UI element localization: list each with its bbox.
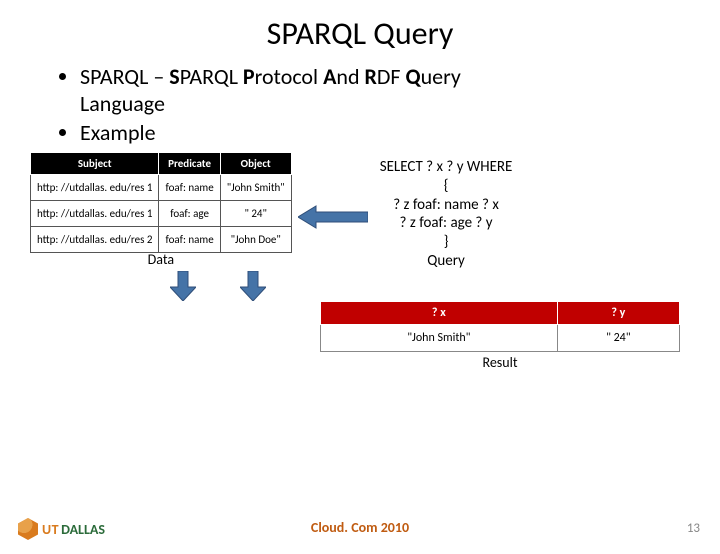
bullet-list: SPARQL – SPARQL Protocol And RDF Query L…: [40, 63, 720, 146]
query-line: ? z foaf: age ? y: [380, 214, 513, 233]
acr-df: DF: [377, 63, 406, 90]
page-number: 13: [687, 521, 700, 536]
query-line: }: [380, 233, 513, 252]
cell: " 24": [220, 201, 291, 227]
col-predicate: Predicate: [159, 153, 220, 175]
sparql-query: SELECT ? x ? y WHERE { ? z foaf: name ? …: [380, 158, 513, 271]
query-line: SELECT ? x ? y WHERE: [380, 158, 513, 177]
data-table: Subject Predicate Object http: //utdalla…: [30, 152, 292, 253]
cell: " 24": [557, 324, 679, 351]
table-row: http: //utdallas. edu/res 1 foaf: name "…: [31, 175, 292, 201]
arrow-left-icon: [298, 204, 368, 230]
acr-uery: uery: [421, 63, 461, 90]
col-object: Object: [220, 153, 291, 175]
table-row: http: //utdallas. edu/res 2 foaf: name "…: [31, 227, 292, 253]
acr-parql: PARQL: [180, 63, 243, 90]
bullet-text: SPARQL –: [80, 63, 169, 90]
col-y: ? y: [557, 301, 679, 324]
acr-p: P: [243, 63, 255, 90]
cell: "John Doe": [220, 227, 291, 253]
query-line: ? z foaf: name ? x: [380, 196, 513, 215]
acr-s: S: [169, 63, 179, 90]
footer-conference: Cloud. Com 2010: [0, 519, 720, 536]
acr-nd: nd: [336, 63, 364, 90]
bullet-example: Example: [80, 119, 720, 146]
cell: http: //utdallas. edu/res 2: [31, 227, 159, 253]
acr-q: Q: [406, 63, 421, 90]
down-arrows: [30, 271, 720, 301]
cell: foaf: name: [159, 227, 220, 253]
query-caption: Query: [380, 252, 513, 271]
acr-a: A: [323, 63, 336, 90]
acr-rotocol: rotocol: [255, 63, 323, 90]
bullet-sparql-def: SPARQL – SPARQL Protocol And RDF Query L…: [80, 63, 720, 117]
query-line: {: [380, 177, 513, 196]
data-table-wrap: Subject Predicate Object http: //utdalla…: [30, 152, 292, 268]
cell: foaf: age: [159, 201, 220, 227]
col-subject: Subject: [31, 153, 159, 175]
result-table-wrap: ? x ? y "John Smith" " 24" Result: [320, 301, 680, 371]
cell: "John Smith": [321, 324, 558, 351]
cell: http: //utdallas. edu/res 1: [31, 175, 159, 201]
cell: "John Smith": [220, 175, 291, 201]
bullet-language: Language: [80, 90, 720, 117]
table-row: Subject Predicate Object: [31, 153, 292, 175]
table-row: http: //utdallas. edu/res 1 foaf: age " …: [31, 201, 292, 227]
table-row: "John Smith" " 24": [321, 324, 680, 351]
slide-title: SPARQL Query: [0, 14, 720, 53]
cell: foaf: name: [159, 175, 220, 201]
result-table: ? x ? y "John Smith" " 24": [320, 301, 680, 352]
table-row: ? x ? y: [321, 301, 680, 324]
data-caption: Data: [30, 251, 292, 268]
acr-r: R: [365, 63, 377, 90]
cell: http: //utdallas. edu/res 1: [31, 201, 159, 227]
result-caption: Result: [320, 354, 680, 371]
col-x: ? x: [321, 301, 558, 324]
